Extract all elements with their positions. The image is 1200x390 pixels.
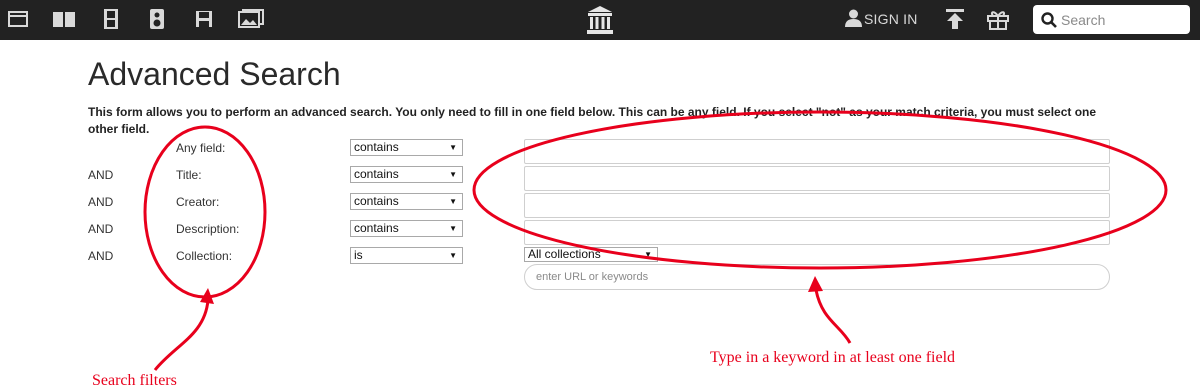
text-fields-ellipse <box>472 110 1168 270</box>
search-filters-annotation: Search filters <box>92 372 177 389</box>
search-filters-ellipse <box>143 125 267 299</box>
left-arrow-line <box>153 299 210 371</box>
annotation-overlay <box>143 110 1168 371</box>
right-arrow-line <box>814 289 852 344</box>
keyword-annotation: Type in a keyword in at least one field <box>710 349 956 366</box>
right-arrow-head <box>808 276 823 292</box>
